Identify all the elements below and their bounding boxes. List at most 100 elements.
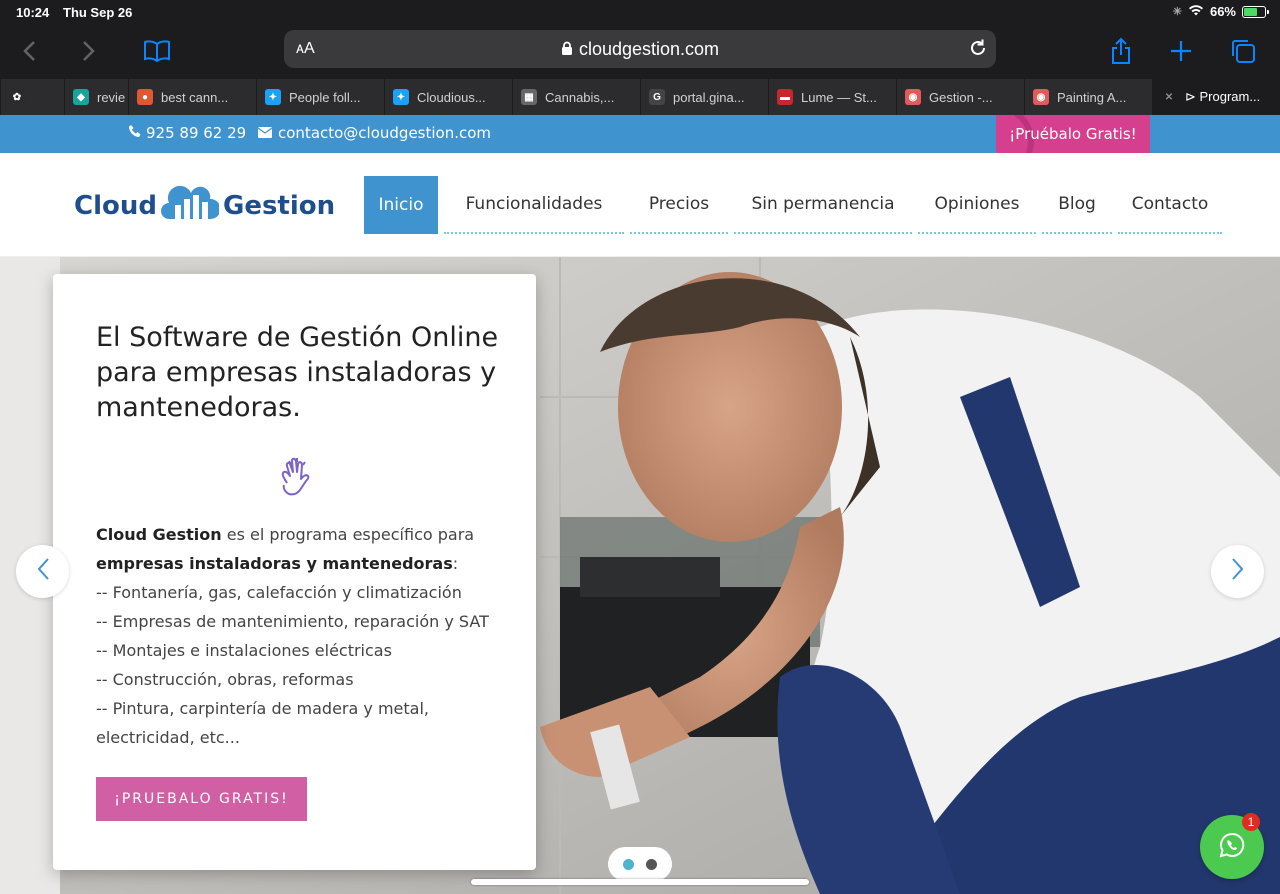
site-topbar: 925 89 62 29 contacto@cloudgestion.com ¡… bbox=[0, 115, 1280, 153]
nav-item-opiniones[interactable]: Opiniones bbox=[918, 176, 1036, 234]
nav-item-inicio[interactable]: Inicio bbox=[364, 176, 438, 234]
reload-icon[interactable] bbox=[968, 38, 988, 63]
intro-text: es el programa específico para bbox=[221, 525, 475, 544]
site-logo[interactable]: Cloud Gestion bbox=[74, 183, 335, 228]
nav-item-precios[interactable]: Precios bbox=[630, 176, 728, 234]
sector-list-item: -- Construcción, obras, reformas bbox=[96, 670, 354, 689]
browser-tab[interactable]: ✕ ⊳ Program... bbox=[1152, 79, 1280, 115]
browser-tab[interactable]: Gportal.gina... bbox=[640, 79, 768, 115]
email-link[interactable]: contacto@cloudgestion.com bbox=[257, 124, 492, 142]
browser-tab[interactable]: ◉ Painting A... bbox=[1024, 79, 1152, 115]
sector-list-item: -- Empresas de mantenimiento, reparación… bbox=[96, 612, 489, 631]
browser-tab[interactable]: ✦ Cloudious... bbox=[384, 79, 512, 115]
whatsapp-button[interactable]: 1 bbox=[1200, 813, 1264, 879]
wifi-icon bbox=[1188, 4, 1204, 19]
image-icon: ▦ bbox=[521, 89, 537, 105]
share-icon[interactable] bbox=[1104, 34, 1138, 68]
nav-item-contacto[interactable]: Contacto bbox=[1118, 176, 1222, 234]
intro-brand: Cloud Gestion bbox=[96, 525, 222, 544]
browser-tab[interactable]: ▦ Cannabis,... bbox=[512, 79, 640, 115]
tab-label: Cannabis,... bbox=[545, 89, 615, 105]
hand-icon bbox=[275, 457, 315, 508]
slider-dots bbox=[608, 847, 672, 881]
brand-icon: ◉ bbox=[905, 89, 921, 105]
try-free-button[interactable]: ¡PRUEBALO GRATIS! bbox=[96, 777, 307, 821]
phone-number: 925 89 62 29 bbox=[146, 124, 247, 142]
sector-list-item: -- Fontanería, gas, calefacción y climat… bbox=[96, 583, 462, 602]
g-icon: G bbox=[649, 89, 665, 105]
nav-item-funcionalidades[interactable]: Funcionalidades bbox=[444, 176, 624, 234]
status-date: Thu Sep 26 bbox=[63, 5, 133, 20]
sector-list: -- Fontanería, gas, calefacción y climat… bbox=[96, 578, 516, 752]
tab-label: Painting A... bbox=[1057, 89, 1127, 105]
duckduckgo-icon: ● bbox=[137, 89, 153, 105]
browser-tab[interactable]: ◉ Gestion -... bbox=[896, 79, 1024, 115]
address-bar[interactable]: ᴀA cloudgestion.com bbox=[284, 30, 996, 68]
whatsapp-icon bbox=[1219, 832, 1245, 863]
slider-dot[interactable] bbox=[623, 858, 634, 870]
try-free-top-label: ¡Pruébalo Gratis! bbox=[1009, 125, 1137, 143]
review-icon: ◆ bbox=[73, 89, 89, 105]
logo-text-cloud: Cloud bbox=[74, 190, 157, 221]
browser-tab[interactable]: ◆ revie bbox=[64, 79, 128, 115]
slider-dot[interactable] bbox=[646, 858, 657, 870]
url-text: cloudgestion.com bbox=[578, 39, 720, 59]
tab-label: Cloudious... bbox=[417, 89, 486, 105]
tab-label: People foll... bbox=[289, 89, 361, 105]
back-icon[interactable] bbox=[12, 34, 46, 68]
browser-toolbar: ᴀA cloudgestion.com bbox=[0, 24, 1280, 79]
phone-link[interactable]: 925 89 62 29 bbox=[128, 124, 246, 142]
intro-bold: empresas instaladoras y mantenedoras bbox=[96, 554, 453, 573]
hero-slider: El Software de Gestión Online para empre… bbox=[0, 257, 1280, 894]
slider-next-button[interactable] bbox=[1211, 545, 1264, 598]
twitter-icon: ✦ bbox=[393, 89, 409, 105]
status-time: 10:24 bbox=[16, 5, 50, 20]
nav-item-sin-permanencia[interactable]: Sin permanencia bbox=[734, 176, 912, 234]
try-free-top-button[interactable]: ¡Pruébalo Gratis! bbox=[996, 115, 1150, 153]
tab-label: Lume — St... bbox=[801, 89, 877, 105]
url-display[interactable]: cloudgestion.com bbox=[284, 39, 996, 61]
phone-icon bbox=[128, 124, 142, 142]
hero-description: Cloud Gestion es el programa específico … bbox=[96, 520, 516, 752]
loading-icon: ✳ bbox=[1172, 6, 1182, 18]
tab-bar: ✿ ◆ revie ● best cann... ✦ People foll... ✦ Clou… bbox=[0, 79, 1280, 115]
slider-prev-button[interactable] bbox=[16, 545, 69, 598]
forward-icon[interactable] bbox=[72, 34, 106, 68]
hero-card: El Software de Gestión Online para empre… bbox=[53, 274, 536, 870]
tab-label: best cann... bbox=[161, 89, 229, 105]
envelope-icon bbox=[257, 124, 273, 142]
tab-label: portal.gina... bbox=[673, 89, 745, 105]
chevron-left-icon bbox=[36, 557, 50, 586]
chevron-right-icon bbox=[1231, 557, 1245, 586]
lock-icon bbox=[561, 40, 573, 61]
browser-tab[interactable]: ✦ People foll... bbox=[256, 79, 384, 115]
bookmarks-icon[interactable] bbox=[140, 34, 174, 68]
brand-icon: ◉ bbox=[1033, 89, 1049, 105]
new-tab-icon[interactable] bbox=[1164, 34, 1198, 68]
cloud-chart-icon bbox=[160, 183, 221, 228]
close-icon[interactable]: ✕ bbox=[1161, 89, 1177, 105]
battery-level bbox=[1244, 7, 1257, 16]
browser-tab[interactable]: ● best cann... bbox=[128, 79, 256, 115]
twitter-icon: ✦ bbox=[265, 89, 281, 105]
nav-item-blog[interactable]: Blog bbox=[1042, 176, 1112, 234]
tab-label: Gestion -... bbox=[929, 89, 993, 105]
sector-list-item: -- Montajes e instalaciones eléctricas bbox=[96, 641, 392, 660]
home-indicator bbox=[471, 879, 809, 885]
lume-icon: ▬ bbox=[777, 89, 793, 105]
notification-badge: 1 bbox=[1242, 813, 1260, 831]
browser-tab[interactable]: ▬ Lume — St... bbox=[768, 79, 896, 115]
site-header: Cloud Gestion Inicio Funcionalidades Preci… bbox=[0, 153, 1280, 257]
sector-list-item: -- Pintura, carpintería de madera y meta… bbox=[96, 699, 429, 747]
status-bar: 10:24 Thu Sep 26 ✳ 66% bbox=[0, 0, 1280, 24]
tab-label: ⊳ Program... bbox=[1185, 89, 1261, 104]
battery-icon bbox=[1242, 5, 1269, 18]
main-nav: Inicio Funcionalidades Precios Sin permanen… bbox=[364, 176, 1228, 234]
browser-tab[interactable]: ✿ bbox=[0, 79, 64, 115]
hero-title: El Software de Gestión Online para empre… bbox=[96, 322, 499, 423]
tab-label: revie bbox=[97, 89, 126, 105]
status-right: ✳ 66% bbox=[1172, 4, 1269, 19]
tab-overview-icon[interactable] bbox=[1226, 34, 1260, 68]
logo-text-gestion: Gestion bbox=[222, 190, 336, 221]
email-address: contacto@cloudgestion.com bbox=[278, 124, 492, 142]
